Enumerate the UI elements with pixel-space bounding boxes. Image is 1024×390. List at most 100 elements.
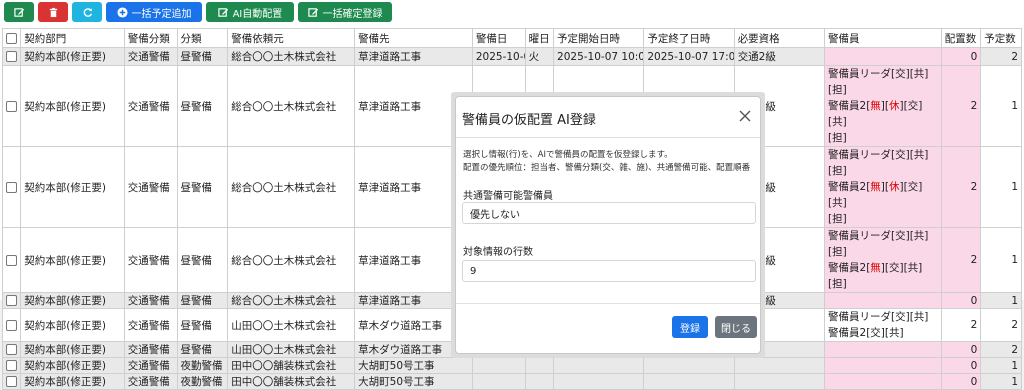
cell-placed: 0 bbox=[940, 292, 982, 309]
cell-class: 交通警備 bbox=[123, 47, 178, 66]
guard-text: [担] bbox=[828, 132, 847, 144]
col-header[interactable]: 必要資格 bbox=[733, 28, 826, 48]
guard-text: 警備員2[ bbox=[828, 262, 871, 274]
edit-button[interactable] bbox=[4, 2, 34, 22]
close-button[interactable]: 閉じる bbox=[715, 316, 757, 338]
guard-status-flag: 休 bbox=[889, 181, 900, 193]
cell-planned: 1 bbox=[980, 65, 1022, 147]
description-line: 選択し情報(行)を、AIで警備員の配置を仮登録します。 bbox=[463, 150, 673, 160]
cell-start: 2025-10-07 10:00 bbox=[553, 47, 645, 66]
guard-text: 警備員2[交][共] bbox=[828, 327, 904, 339]
table-row[interactable]: 契約本部(修正要) 交通警備 夜勤警備 田中〇〇舗装株式会社 大胡町50号工事 0 1 bbox=[1, 373, 1022, 390]
guard-text: 警備員リーダ[交][共] bbox=[828, 311, 929, 323]
guard-line: 警備員2[無][休][交][共] bbox=[828, 98, 938, 130]
cell-dept: 契約本部(修正要) bbox=[20, 308, 125, 342]
cell-subclass: 昼警備 bbox=[176, 341, 229, 358]
cell-site: 大胡町50号工事 bbox=[354, 373, 473, 390]
dialog-header: 警備員の仮配置 AI登録 bbox=[456, 97, 760, 138]
cell-planned: 2 bbox=[980, 308, 1022, 342]
cell-subclass: 昼警備 bbox=[176, 292, 229, 309]
cell-site: 草津道路工事 bbox=[354, 47, 473, 66]
col-header[interactable]: 契約部門 bbox=[20, 28, 125, 48]
col-header[interactable]: 警備分類 bbox=[123, 28, 178, 48]
guard-status-flag: 休 bbox=[889, 100, 900, 112]
common-guard-label: 共通警備可能警備員 bbox=[463, 191, 553, 202]
col-header[interactable]: 曜日 bbox=[524, 28, 555, 48]
cell-planned: 1 bbox=[980, 292, 1022, 309]
cell-guards: 警備員リーダ[交][共] 警備員2[交][共] bbox=[824, 308, 942, 342]
row-count-field[interactable] bbox=[462, 260, 756, 282]
row-checkbox[interactable] bbox=[1, 308, 22, 342]
row-checkbox[interactable] bbox=[1, 47, 22, 66]
dialog-footer: 登録 閉じる bbox=[456, 303, 760, 354]
cell-dept: 契約本部(修正要) bbox=[20, 65, 125, 147]
cell-placed: 2 bbox=[940, 227, 982, 293]
guard-line: 警備員リーダ[交][共][担] bbox=[828, 229, 938, 261]
row-checkbox[interactable] bbox=[1, 146, 22, 228]
guard-status-flag: 無 bbox=[870, 100, 881, 112]
edit-icon bbox=[218, 7, 228, 17]
cell-subclass: 昼警備 bbox=[176, 308, 229, 342]
refresh-button[interactable] bbox=[72, 2, 102, 22]
description-line: 配置の優先順位：担当者、警備分類(交、雑、施)、共通警備可能、配置順番 bbox=[463, 163, 751, 173]
col-header[interactable]: 予定開始日時 bbox=[553, 28, 645, 48]
col-header[interactable]: 警備員 bbox=[824, 28, 942, 48]
bulk-add-button[interactable]: 一括予定追加 bbox=[106, 2, 202, 22]
cell-date: 2025-10-07 bbox=[471, 47, 526, 66]
bulk-confirm-button[interactable]: 一括確定登録 bbox=[298, 2, 392, 22]
edit-icon bbox=[307, 7, 318, 17]
col-header[interactable]: 警備先 bbox=[354, 28, 473, 48]
select-all-checkbox[interactable] bbox=[1, 28, 22, 48]
cell-dept: 契約本部(修正要) bbox=[20, 373, 125, 390]
guard-list: 警備員リーダ[交][共] 警備員2[交][共] bbox=[828, 310, 938, 341]
edit-icon bbox=[13, 7, 24, 17]
col-header[interactable]: 警備日 bbox=[471, 28, 526, 48]
ai-assign-button[interactable]: AI自動配置 bbox=[206, 2, 294, 22]
common-guard-select[interactable] bbox=[462, 202, 756, 224]
cell-client: 田中〇〇舗装株式会社 bbox=[227, 373, 356, 390]
guard-status-flag: 無 bbox=[870, 262, 881, 274]
row-checkbox[interactable] bbox=[1, 65, 22, 147]
col-header[interactable]: 警備依頼元 bbox=[227, 28, 356, 48]
cell-class: 交通警備 bbox=[123, 292, 178, 309]
guard-status-flag: 無 bbox=[870, 181, 881, 193]
row-checkbox[interactable] bbox=[1, 227, 22, 293]
delete-button[interactable] bbox=[38, 2, 68, 22]
cell-guards: 警備員リーダ[交][共][担] 警備員2[無][休][交][共] [担] bbox=[824, 65, 942, 147]
cell-dow bbox=[524, 373, 555, 390]
register-button[interactable]: 登録 bbox=[672, 316, 708, 338]
cell-dow: 火 bbox=[524, 47, 555, 66]
close-icon[interactable] bbox=[738, 109, 752, 123]
cell-planned: 2 bbox=[980, 47, 1022, 66]
bulk-add-label: 一括予定追加 bbox=[131, 8, 192, 20]
cell-qual bbox=[733, 373, 826, 390]
cell-client: 総合〇〇土木株式会社 bbox=[227, 227, 356, 293]
guard-line: 警備員リーダ[交][共][担] bbox=[828, 148, 938, 180]
cell-dept: 契約本部(修正要) bbox=[20, 341, 125, 358]
col-header[interactable]: 予定終了日時 bbox=[643, 28, 735, 48]
trash-icon bbox=[49, 7, 57, 17]
cell-subclass: 夜勤警備 bbox=[176, 373, 229, 390]
plus-circle-icon bbox=[116, 6, 128, 18]
cell-client: 総合〇〇土木株式会社 bbox=[227, 146, 356, 228]
col-header[interactable]: 配置数 bbox=[940, 28, 982, 48]
cell-class: 交通警備 bbox=[123, 65, 178, 147]
table-row[interactable]: 契約本部(修正要)交通警備昼警備総合〇〇土木株式会社草津道路工事2025-10-… bbox=[1, 47, 1022, 66]
row-checkbox[interactable] bbox=[1, 341, 22, 358]
guard-list: 警備員リーダ[交][共][担] 警備員2[無][休][交][共] [担] bbox=[828, 148, 938, 227]
cell-class: 交通警備 bbox=[123, 308, 178, 342]
cell-guards bbox=[824, 373, 942, 390]
row-checkbox[interactable] bbox=[1, 292, 22, 309]
guard-text: 警備員リーダ[交][共][担] bbox=[828, 68, 929, 96]
guard-line: [担] bbox=[828, 211, 938, 227]
cell-end: 2025-10-07 17:00 bbox=[643, 47, 735, 66]
col-header[interactable]: 分類 bbox=[176, 28, 229, 48]
cell-guards: 警備員リーダ[交][共][担] 警備員2[無][交][共][担] bbox=[824, 227, 942, 293]
row-checkbox[interactable] bbox=[1, 373, 22, 390]
guard-text: ][ bbox=[880, 100, 889, 112]
col-header[interactable]: 予定数 bbox=[980, 28, 1022, 48]
cell-class: 交通警備 bbox=[123, 146, 178, 228]
table-header-row: 契約部門 警備分類 分類 警備依頼元 警備先 警備日 曜日 予定開始日時 予定終… bbox=[1, 28, 1022, 48]
cell-planned: 2 bbox=[980, 341, 1022, 358]
cell-qual: 交通2級 bbox=[733, 47, 826, 66]
